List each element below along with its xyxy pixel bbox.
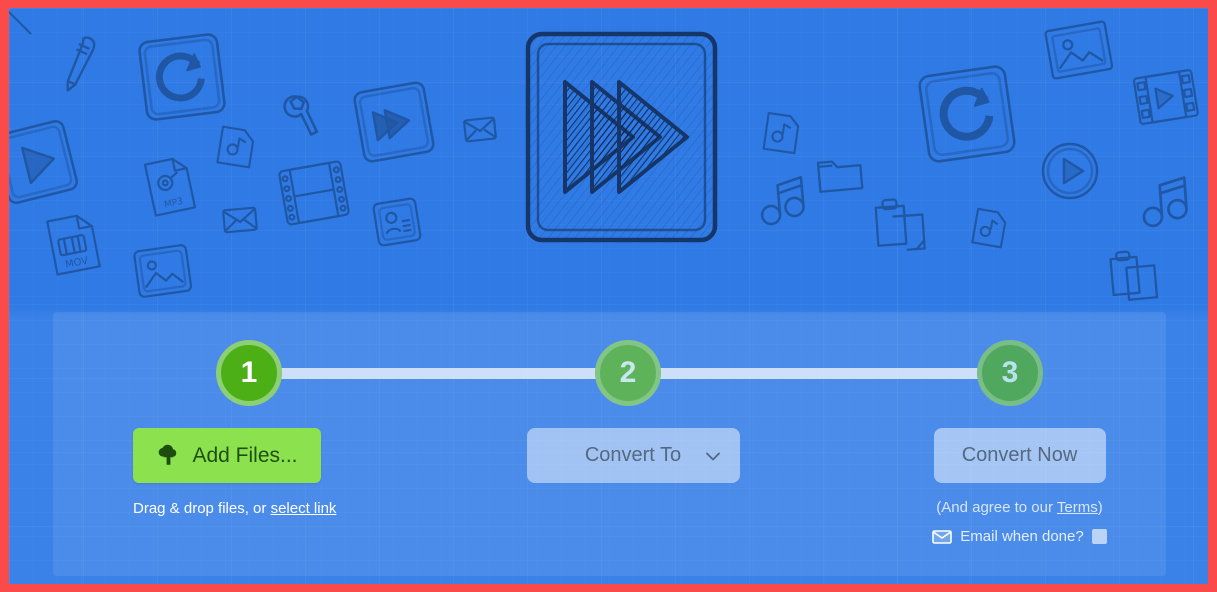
wrench-icon [276,89,326,141]
pencil-icon [56,34,104,94]
email-when-done-label: Email when done? [960,528,1084,545]
film-strip-icon [274,154,354,231]
envelope-icon [932,529,953,544]
play-circle-icon [1039,140,1101,202]
music-note-icon [755,174,809,230]
terms-suffix: ) [1097,499,1103,516]
terms-line: (And agree to our Terms) [873,499,1166,516]
contact-card-icon [370,195,425,250]
step-3-number: 3 [1001,356,1019,389]
converter-panel: 1 2 3 Add Files... Drag & drop files, or… [53,312,1166,576]
mp3-file-icon: MP3 [139,151,200,220]
fast-forward-square-icon [349,77,439,167]
convert-now-label: Convert Now [961,444,1078,466]
step-node-1[interactable]: 1 [216,340,282,406]
play-square-icon [9,115,83,210]
convert-now-button[interactable]: Convert Now [933,428,1106,483]
terms-prefix: (And agree to our [936,499,1057,516]
email-when-done-row: Email when done? [873,528,1166,545]
music-square-icon [759,110,802,157]
envelope-icon [461,114,500,145]
svg-text:MP3: MP3 [163,197,184,211]
folder-icon [813,151,866,197]
step-1-number: 1 [240,356,258,389]
photo-frame-icon [1040,17,1117,86]
clipboard-icon [1105,244,1168,307]
convert-now-column: Convert Now (And agree to our Terms) Ema… [873,428,1166,545]
hero-canvas: MOV MP3 1 2 3 Add Files... Drag & drop f… [9,8,1208,584]
fast-forward-media-icon [514,20,729,255]
select-link[interactable]: select link [271,500,337,517]
add-files-label: Add Files... [192,443,298,467]
add-files-column: Add Files... Drag & drop files, or selec… [133,428,463,517]
convert-to-select[interactable]: Convert To [526,428,740,483]
refresh-square-icon [134,29,230,125]
add-files-button[interactable]: Add Files... [133,428,321,483]
partial-stroke-icon [9,8,35,38]
image-square-icon [129,240,196,306]
step-2-number: 2 [619,356,637,389]
step-node-3[interactable]: 3 [977,340,1043,406]
app-frame: MOV MP3 1 2 3 Add Files... Drag & drop f… [0,0,1217,592]
convert-to-column: Convert To [503,428,763,483]
chevron-down-icon [705,452,720,461]
cloud-upload-icon [156,444,181,468]
actions-row: Add Files... Drag & drop files, or selec… [53,428,1166,576]
film-reel-icon [1130,65,1202,130]
music-file-small-icon [968,205,1010,251]
copy-documents-icon [869,192,935,258]
envelope-small-icon [220,204,260,235]
mov-file-icon: MOV [42,209,105,280]
email-when-done-checkbox[interactable] [1091,529,1107,544]
convert-to-label: Convert To [584,444,682,466]
music-note-right-icon [1137,174,1193,231]
drag-drop-hint: Drag & drop files, or select link [133,500,463,517]
sync-square-icon [913,60,1021,168]
stepper: 1 2 3 [53,312,1166,432]
music-file-icon [213,123,259,171]
terms-link[interactable]: Terms [1057,499,1098,516]
drag-drop-hint-text: Drag & drop files, or [133,500,271,517]
step-node-2[interactable]: 2 [595,340,661,406]
illustration-area: MOV MP3 [9,8,1208,318]
